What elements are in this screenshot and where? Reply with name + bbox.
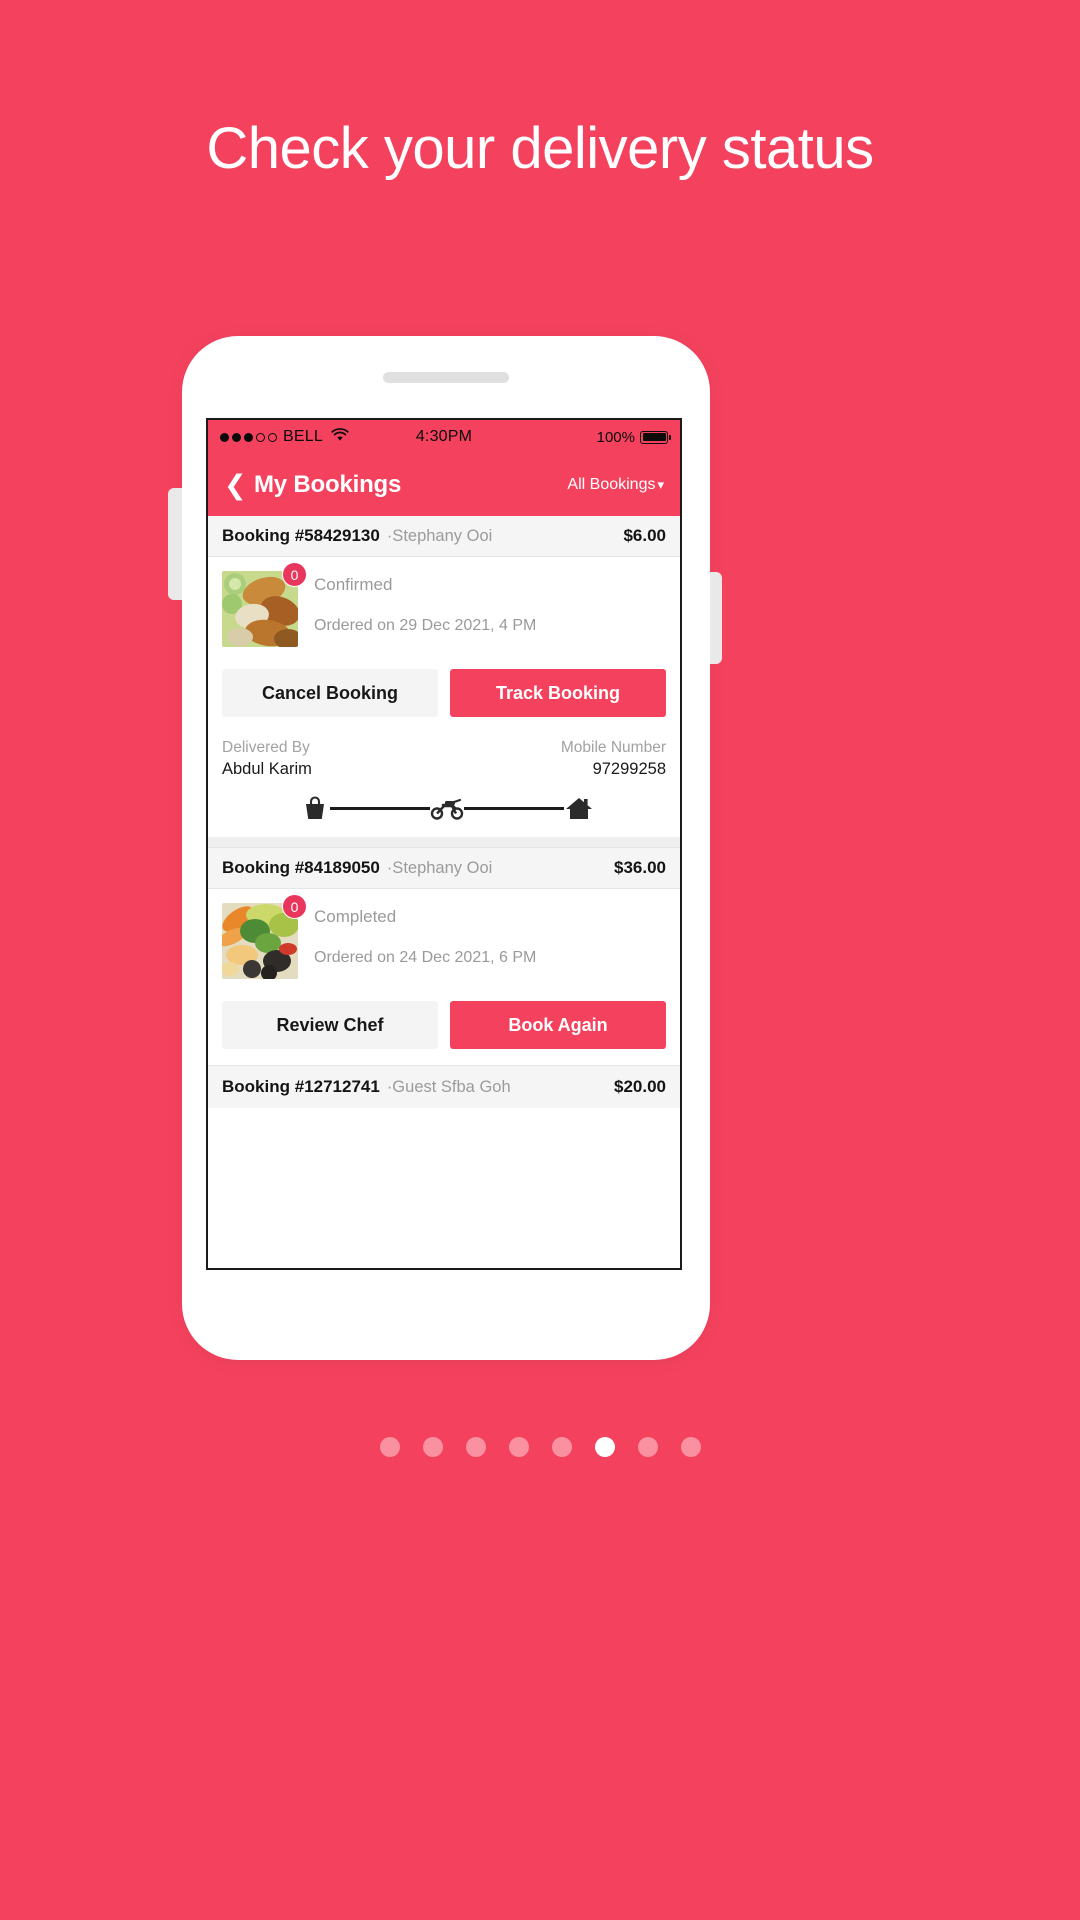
booking-amount: $6.00 (623, 526, 666, 545)
home-icon (564, 794, 594, 822)
status-bar-right: 100% (596, 428, 672, 446)
booking-id: Booking #58429130 (222, 526, 380, 545)
back-button[interactable]: ❮ (224, 471, 250, 499)
page-dot-active[interactable] (594, 1437, 615, 1457)
booking-id: Booking #84189050 (222, 858, 380, 877)
all-bookings-filter[interactable]: All Bookings ▾ (567, 476, 664, 494)
order-date: Ordered on 29 Dec 2021, 4 PM (314, 617, 537, 634)
delivered-by-label: Delivered By (222, 739, 310, 756)
book-again-button[interactable]: Book Again (450, 1001, 666, 1049)
track-segment-2 (464, 806, 564, 810)
booking-customer: ·Stephany Ooi (386, 859, 493, 877)
page-indicator (0, 1437, 1080, 1457)
page-dot[interactable] (465, 1437, 486, 1457)
shopping-bag-icon (300, 793, 330, 823)
mobile-number-label: Mobile Number (560, 739, 666, 756)
booking-thumbnail-wrap: 0 (222, 894, 307, 979)
page-dot[interactable] (422, 1437, 443, 1457)
booking-actions: Review Chef Book Again (222, 1001, 666, 1049)
phone-power-button (710, 572, 722, 664)
page-dot[interactable] (379, 1437, 400, 1457)
section-divider (208, 837, 680, 847)
delivery-progress-tracker (228, 793, 660, 837)
booking-amount: $36.00 (614, 858, 666, 877)
booking-info: Completed Ordered on 24 Dec 2021, 6 PM (314, 903, 536, 979)
booking-id: Booking #12712741 (222, 1077, 380, 1096)
booking-header-row[interactable]: Booking #12712741 ·Guest Sfba Goh $20.00 (208, 1065, 680, 1108)
status-bar: BELL 4:30PM 100% (208, 420, 680, 454)
phone-speaker (383, 372, 509, 383)
phone-screen: BELL 4:30PM 100% ❮ My Bookings All Booki… (206, 418, 682, 1270)
page-dot[interactable] (508, 1437, 529, 1457)
delivered-by-value: Abdul Karim (222, 760, 312, 778)
track-spacer-left (228, 807, 300, 810)
track-segment-1 (330, 806, 430, 810)
mobile-number-col: Mobile Number 97299258 (561, 739, 666, 779)
page-dot[interactable] (551, 1437, 572, 1457)
booking-amount: $20.00 (614, 1077, 666, 1096)
booking-card: 0 Confirmed Ordered on 29 Dec 2021, 4 PM… (208, 557, 680, 837)
screen-title: My Bookings (254, 471, 402, 498)
page-title: Check your delivery status (206, 116, 874, 181)
booking-header-row[interactable]: Booking #58429130 ·Stephany Ooi $6.00 (208, 516, 680, 557)
status-badge: Confirmed (314, 575, 393, 594)
battery-icon (640, 430, 672, 444)
booking-badge: 0 (282, 894, 307, 919)
booking-customer: ·Stephany Ooi (386, 527, 493, 545)
battery-percent-label: 100% (596, 428, 635, 446)
status-badge: Completed (314, 907, 397, 926)
page-dot[interactable] (637, 1437, 658, 1457)
booking-customer: ·Guest Sfba Goh (386, 1078, 511, 1096)
booking-info: Confirmed Ordered on 29 Dec 2021, 4 PM (314, 571, 536, 647)
delivery-meta: Delivered By Abdul Karim Mobile Number 9… (222, 739, 666, 779)
cancel-booking-button[interactable]: Cancel Booking (222, 669, 438, 717)
order-date: Ordered on 24 Dec 2021, 6 PM (314, 949, 537, 966)
review-chef-button[interactable]: Review Chef (222, 1001, 438, 1049)
motorbike-icon (430, 796, 464, 820)
chevron-down-icon: ▾ (657, 477, 664, 492)
filter-label: All Bookings (567, 476, 656, 493)
booking-actions: Cancel Booking Track Booking (222, 669, 666, 717)
delivered-by-col: Delivered By Abdul Karim (222, 739, 312, 779)
booking-header-row[interactable]: Booking #84189050 ·Stephany Ooi $36.00 (208, 847, 680, 889)
phone-mockup: BELL 4:30PM 100% ❮ My Bookings All Booki… (168, 336, 722, 1360)
phone-volume-button (168, 488, 182, 600)
page-dot[interactable] (680, 1437, 701, 1457)
track-spacer-right (594, 807, 660, 810)
track-booking-button[interactable]: Track Booking (450, 669, 666, 717)
booking-badge: 0 (282, 562, 307, 587)
navigation-bar: ❮ My Bookings All Bookings ▾ (208, 454, 680, 516)
mobile-number-value: 97299258 (592, 760, 666, 778)
booking-card: 0 Completed Ordered on 24 Dec 2021, 6 PM… (208, 889, 680, 1049)
booking-thumbnail-wrap: 0 (222, 562, 307, 647)
